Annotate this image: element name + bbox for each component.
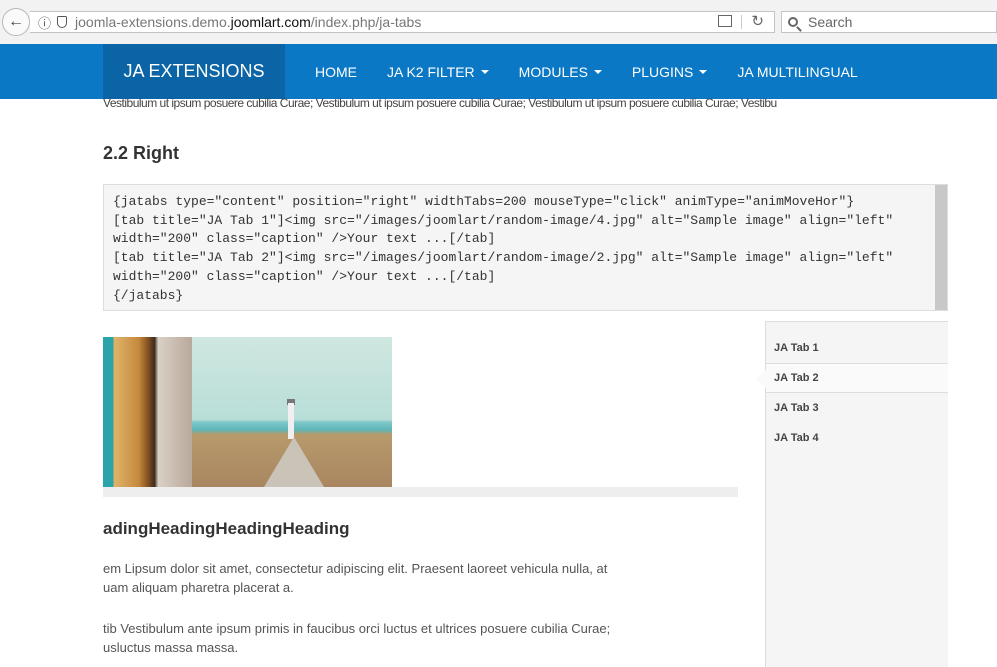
search-icon <box>788 17 798 27</box>
overlapping-text-strip: Vestibulum ut ipsum posuere cubilia Cura… <box>103 96 777 110</box>
road <box>264 437 324 487</box>
paragraph-1-line-2: uam aliquam pharetra placerat a. <box>103 580 294 595</box>
tab-content-divider <box>103 487 738 497</box>
reader-view-icon[interactable] <box>718 15 732 27</box>
paragraph-2-line-2: usluctus massa massa. <box>103 640 239 655</box>
search-placeholder: Search <box>808 14 853 30</box>
shield-icon[interactable] <box>57 16 68 28</box>
address-bar[interactable]: ⓘ joomla-extensions.demo.joomlart.com/in… <box>30 11 775 33</box>
tabs-sidebar: JA Tab 1 JA Tab 2 JA Tab 3 JA Tab 4 <box>756 321 948 667</box>
code-scrollbar[interactable] <box>935 185 947 310</box>
site-header: JA EXTENSIONS HOME JA K2 FILTER MODULES … <box>0 44 997 99</box>
browser-toolbar: ← ⓘ joomla-extensions.demo.joomlart.com/… <box>0 0 997 44</box>
paragraph-1-line-1: em Lipsum dolor sit amet, consectetur ad… <box>103 561 608 576</box>
tab-ja-tab-3[interactable]: JA Tab 3 <box>766 393 948 423</box>
nav-ja-multilingual[interactable]: JA MULTILINGUAL <box>722 64 872 80</box>
back-arrow-icon[interactable]: ← <box>2 8 30 36</box>
tab-ja-tab-4[interactable]: JA Tab 4 <box>766 423 948 453</box>
sample-image-woman <box>103 337 192 487</box>
active-tab-pointer <box>756 370 766 388</box>
code-text: {jatabs type="content" position="right" … <box>113 194 894 303</box>
paragraph-2-line-1: tib Vestibulum ante ipsum primis in fauc… <box>103 621 611 636</box>
info-icon[interactable]: ⓘ <box>38 13 51 32</box>
code-block: {jatabs type="content" position="right" … <box>103 184 948 311</box>
caret-down-icon <box>593 69 602 74</box>
sample-image-lighthouse <box>192 337 392 487</box>
site-logo[interactable]: JA EXTENSIONS <box>103 44 285 99</box>
tab-ja-tab-2[interactable]: JA Tab 2 <box>756 363 948 393</box>
reload-icon[interactable]: ↻ <box>751 12 764 30</box>
caret-down-icon <box>480 69 489 74</box>
nav-plugins[interactable]: PLUGINS <box>617 64 722 80</box>
tab-content-panel <box>103 337 738 497</box>
nav-ja-k2-filter[interactable]: JA K2 FILTER <box>372 64 504 80</box>
section-heading: 2.2 Right <box>103 143 180 163</box>
tab-ja-tab-1[interactable]: JA Tab 1 <box>766 333 948 363</box>
url-text[interactable]: joomla-extensions.demo.joomlart.com/inde… <box>75 14 421 30</box>
nav-home[interactable]: HOME <box>300 64 372 80</box>
nav-modules[interactable]: MODULES <box>504 64 617 80</box>
urlbar-separator <box>741 15 742 29</box>
main-nav: HOME JA K2 FILTER MODULES PLUGINS JA MUL… <box>300 44 873 99</box>
browser-search-field[interactable]: Search <box>781 11 997 33</box>
lighthouse <box>288 403 294 439</box>
content-heading: adingHeadingHeadingHeading <box>103 519 350 538</box>
caret-down-icon <box>699 69 708 74</box>
